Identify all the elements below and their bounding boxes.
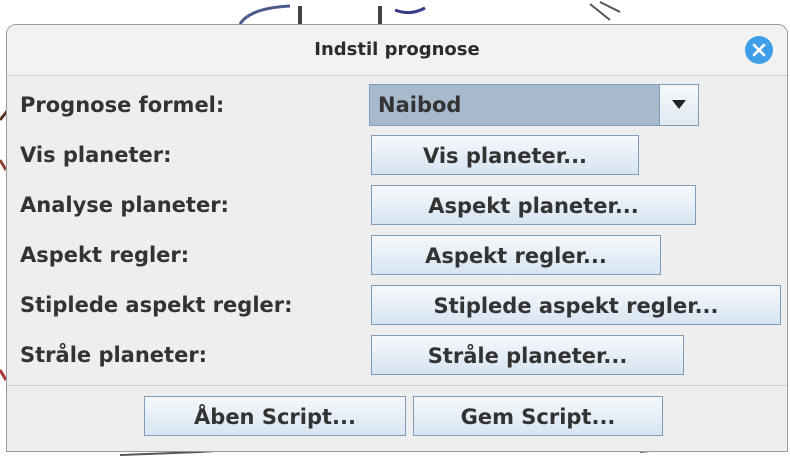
- open-script-button[interactable]: Åben Script...: [144, 396, 406, 436]
- prognose-formel-label: Prognose formel:: [20, 93, 225, 117]
- vis-planeter-label: Vis planeter:: [20, 143, 172, 167]
- prognose-formel-select[interactable]: Naibod: [369, 84, 699, 126]
- analyse-planeter-label: Analyse planeter:: [20, 193, 229, 217]
- prognose-formel-value: Naibod: [378, 93, 462, 117]
- close-icon[interactable]: [745, 36, 773, 64]
- aspekt-planeter-button[interactable]: Aspekt planeter...: [371, 185, 696, 225]
- vis-planeter-button[interactable]: Vis planeter...: [371, 135, 639, 175]
- prognose-dialog: Indstil prognose Prognose formel: Naibod…: [6, 24, 788, 452]
- straale-planeter-button[interactable]: Stråle planeter...: [371, 335, 684, 375]
- chevron-down-icon: [672, 100, 686, 109]
- stiplede-aspekt-regler-button[interactable]: Stiplede aspekt regler...: [371, 285, 781, 325]
- dialog-title: Indstil prognose: [314, 39, 480, 60]
- aspekt-regler-button[interactable]: Aspekt regler...: [371, 235, 661, 275]
- dropdown-arrow[interactable]: [659, 85, 698, 125]
- save-script-button[interactable]: Gem Script...: [413, 396, 663, 436]
- straale-planeter-label: Stråle planeter:: [20, 343, 208, 367]
- stiplede-aspekt-regler-label: Stiplede aspekt regler:: [20, 293, 293, 317]
- dialog-titlebar[interactable]: Indstil prognose: [7, 25, 787, 76]
- aspekt-regler-label: Aspekt regler:: [20, 243, 190, 267]
- footer-separator: [7, 385, 787, 386]
